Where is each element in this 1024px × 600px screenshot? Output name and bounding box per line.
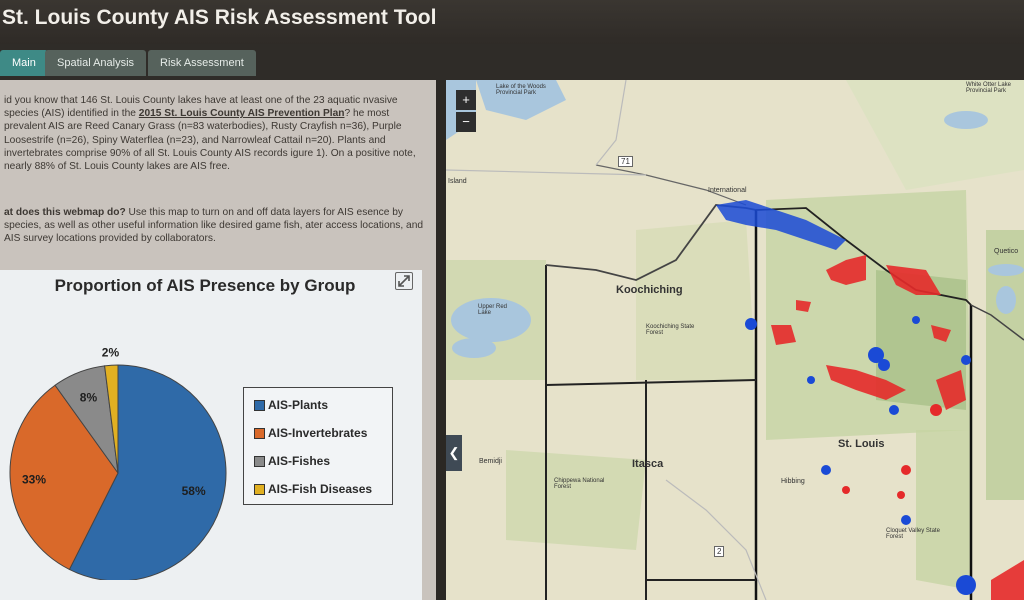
map-label-international: International [708, 187, 747, 194]
map-label-cloquet: Cloquet Valley State Forest [886, 528, 940, 540]
legend-swatch-fish-diseases [254, 484, 265, 496]
info-panel: id you know that 146 St. Louis County la… [0, 80, 436, 600]
intro-paragraph: id you know that 146 St. Louis County la… [4, 94, 430, 173]
map-label-koochiching: Koochiching [616, 284, 683, 296]
legend-label: AIS-Plants [268, 398, 329, 412]
zoom-in-button[interactable]: + [456, 90, 476, 110]
route-2-shield: 2 [714, 546, 725, 557]
legend-item-fish-diseases[interactable]: AIS-Fish Diseases [254, 482, 372, 496]
map-label-chippewa: Chippewa National Forest [554, 478, 605, 490]
app-header: St. Louis County AIS Risk Assessment Too… [0, 0, 1024, 44]
map-label-koochiching-sf: Koochiching State Forest [646, 324, 695, 336]
legend-item-plants[interactable]: AIS-Plants [254, 398, 328, 412]
webmap-description: at does this webmap do? Use this map to … [4, 206, 430, 246]
panel-divider [436, 80, 446, 600]
map-view[interactable]: + − ❮ Koochiching St. Louis Itasca Inter… [446, 80, 1024, 600]
route-71-shield: 71 [618, 156, 633, 167]
collapse-panel-button[interactable]: ❮ [446, 435, 462, 471]
pie-data-label: 2% [102, 345, 120, 359]
pie-chart: 58% 33% 8% 2% [9, 345, 227, 580]
tab-main[interactable]: Main [0, 50, 48, 76]
legend-label: AIS-Invertebrates [268, 426, 368, 440]
tab-spatial-analysis[interactable]: Spatial Analysis [45, 50, 147, 76]
pie-data-label: 33% [22, 473, 46, 487]
map-label-white-otter: White Otter Lake Provincial Park [966, 82, 1012, 94]
map-label-quetico: Quetico [994, 248, 1019, 255]
pie-data-label: 8% [80, 391, 98, 405]
pie-chart-card: Proportion of AIS Presence by Group 58% 3… [0, 270, 422, 600]
map-label-hibbing: Hibbing [781, 478, 805, 485]
pie-data-label: 58% [182, 484, 206, 498]
zoom-out-button[interactable]: − [456, 112, 476, 132]
legend-swatch-fishes [254, 456, 265, 468]
chart-legend: AIS-Plants AIS-Invertebrates AIS-Fishes … [243, 387, 393, 505]
tab-bar: Main Spatial Analysis Risk Assessment [0, 44, 1024, 80]
prevention-plan-link[interactable]: 2015 St. Louis County AIS Prevention Pla… [139, 108, 345, 119]
map-label-st-louis: St. Louis [838, 438, 885, 450]
map-label-upper-red-lake: Upper Red Lake [478, 304, 508, 316]
webmap-question: at does this webmap do? [4, 207, 126, 218]
map-canvas[interactable] [446, 80, 1024, 600]
tab-risk-assessment[interactable]: Risk Assessment [148, 50, 256, 76]
legend-swatch-plants [254, 400, 265, 412]
expand-icon[interactable] [395, 272, 413, 290]
legend-item-invertebrates[interactable]: AIS-Invertebrates [254, 426, 367, 440]
legend-label: AIS-Fish Diseases [268, 482, 373, 496]
map-label-itasca: Itasca [632, 458, 664, 470]
legend-label: AIS-Fishes [268, 454, 331, 468]
legend-item-fishes[interactable]: AIS-Fishes [254, 454, 330, 468]
map-label-island: Island [448, 178, 467, 185]
legend-swatch-invertebrates [254, 428, 265, 440]
map-label-bemidji: Bemidji [479, 458, 502, 465]
app-title: St. Louis County AIS Risk Assessment Too… [2, 6, 437, 29]
map-label-lake-woods: Lake of the Woods Provincial Park [496, 84, 546, 96]
